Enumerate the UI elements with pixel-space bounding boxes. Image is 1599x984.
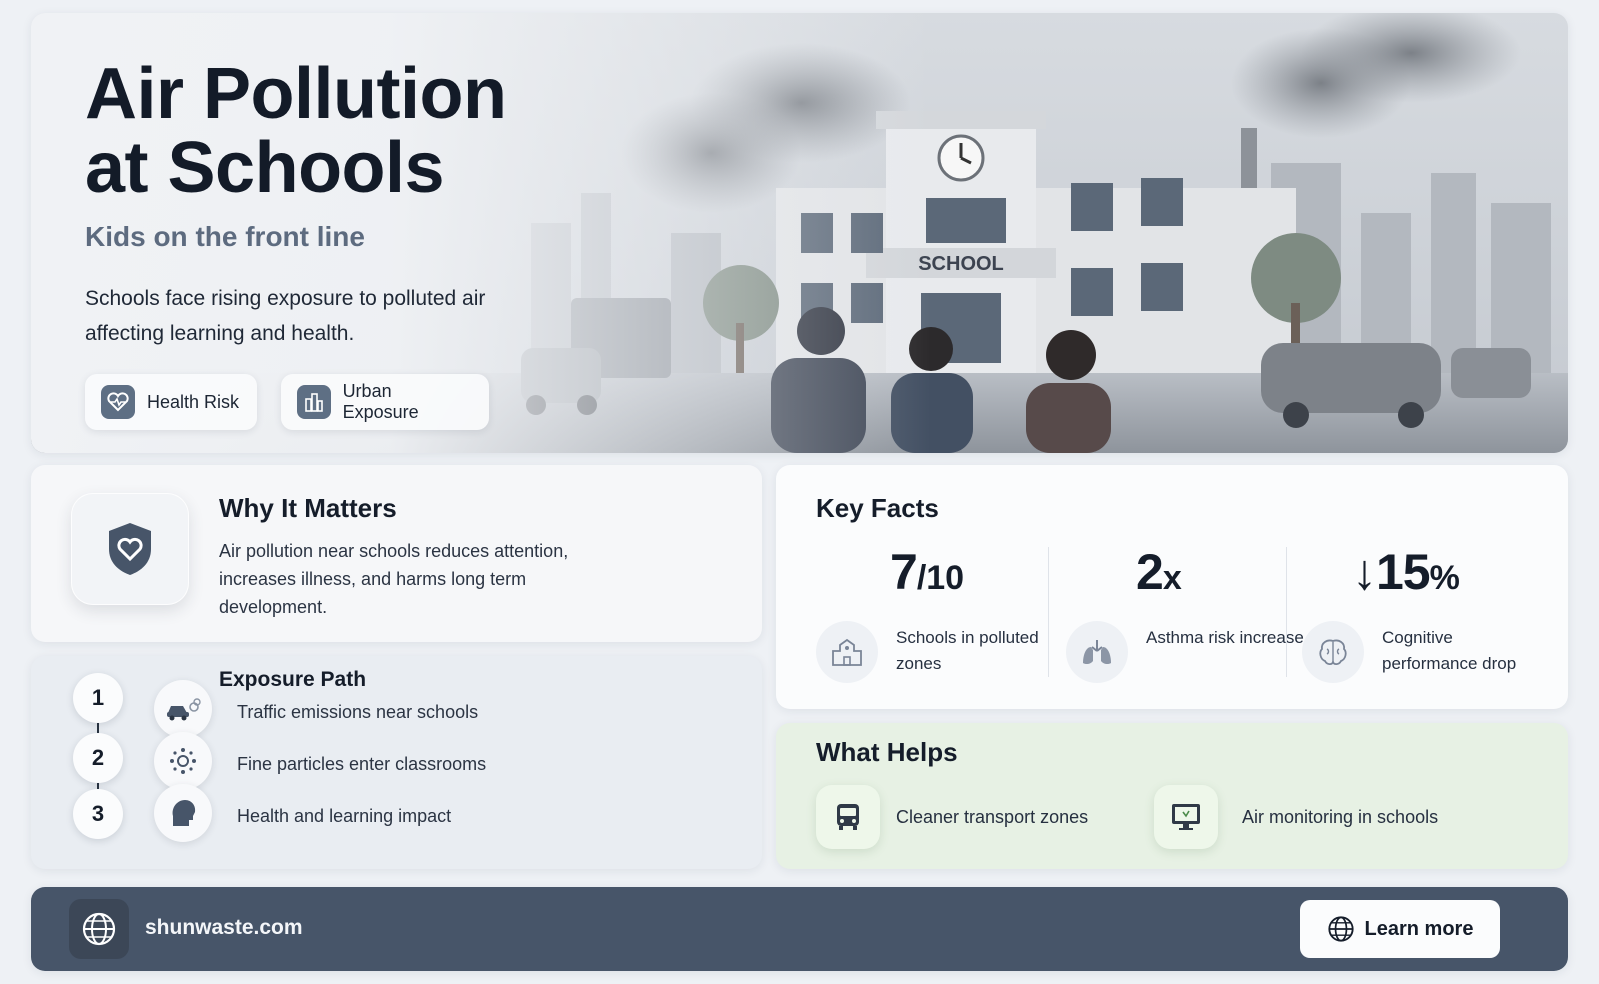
- shield-heart-icon: [71, 493, 189, 605]
- section-title: Key Facts: [816, 493, 939, 523]
- monitor-icon: [1154, 785, 1218, 849]
- button-label: Learn more: [1364, 917, 1474, 940]
- fact-value: 2x: [1136, 544, 1182, 600]
- title-line-1: Air Pollution: [85, 54, 507, 134]
- particles-icon: [154, 732, 212, 790]
- tag-label: Urban Exposure: [342, 381, 419, 422]
- section-title: Why It Matters: [219, 493, 397, 523]
- page-subtitle: Kids on the front line: [85, 221, 365, 252]
- fact-value: 7/10: [890, 544, 965, 600]
- page-title: Air Pollution at Schools: [85, 57, 645, 205]
- fact-label: Cognitive performance drop: [1382, 628, 1517, 673]
- exposure-path-card: Exposure Path 1 Traffic emissions near s…: [31, 656, 762, 869]
- fact-cognitive: ↓15% Cognitive performance drop: [1302, 535, 1552, 685]
- what-helps-card: What Helps Cleaner transport zones Air m…: [776, 723, 1568, 869]
- fact-divider: [1286, 547, 1287, 677]
- school-sign: SCHOOL: [918, 253, 1004, 275]
- head-icon: [154, 784, 212, 842]
- step-label: Traffic emissions near schools: [237, 702, 479, 722]
- step-number: 1: [73, 673, 123, 723]
- globe-icon: [69, 899, 129, 959]
- help-label: Air monitoring in schools: [1242, 807, 1439, 827]
- help-label: Cleaner transport zones: [896, 807, 1089, 827]
- brain-icon: [1302, 621, 1364, 683]
- hero-description: Schools face rising exposure to polluted…: [85, 287, 486, 345]
- tag-health-risk[interactable]: Health Risk: [85, 374, 257, 430]
- footer-bar: shunwaste.com Learn more: [31, 887, 1568, 971]
- fact-label: Asthma risk increase: [1146, 628, 1304, 647]
- step-number: 3: [73, 789, 123, 839]
- fact-value: ↓15%: [1352, 544, 1460, 600]
- step-label: Fine particles enter classrooms: [237, 754, 487, 774]
- hero-banner: SCHOOL Air Pollution at Schools Kids on …: [31, 13, 1568, 453]
- lungs-icon: [1066, 621, 1128, 683]
- heart-pulse-icon: [101, 385, 135, 419]
- bus-icon: [816, 785, 880, 849]
- section-text: Air pollution near schools reduces atten…: [219, 541, 569, 617]
- school-building-icon: [816, 621, 878, 683]
- tag-label: Health Risk: [146, 391, 240, 412]
- key-facts-card: Key Facts 7/10 Schools in polluted zones…: [776, 465, 1568, 709]
- step-label: Health and learning impact: [237, 806, 452, 826]
- fact-schools: 7/10 Schools in polluted zones: [816, 535, 1039, 685]
- learn-more-button[interactable]: Learn more: [1300, 900, 1500, 958]
- section-title: Exposure Path: [219, 668, 367, 691]
- fact-divider: [1048, 547, 1049, 677]
- car-exhaust-icon: [154, 680, 212, 738]
- section-title: What Helps: [816, 737, 958, 767]
- fact-asthma: 2x Asthma risk increase: [1066, 535, 1304, 685]
- website-link[interactable]: shunwaste.com: [145, 916, 303, 940]
- globe-icon: [1327, 916, 1354, 942]
- title-line-2: at Schools: [85, 128, 445, 208]
- step-number: 2: [73, 733, 123, 783]
- why-it-matters-card: Why It Matters Air pollution near school…: [31, 465, 762, 642]
- city-buildings-icon: [297, 385, 331, 419]
- fact-label: Schools in polluted zones: [896, 628, 1039, 673]
- tag-urban-exposure[interactable]: Urban Exposure: [281, 374, 489, 430]
